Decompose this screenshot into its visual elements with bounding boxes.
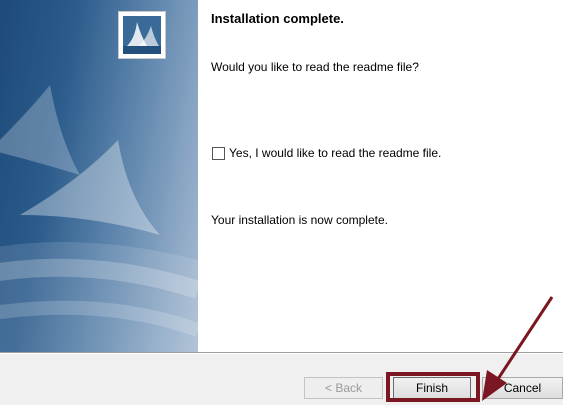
readme-question: Would you like to read the readme file?	[211, 60, 419, 74]
installer-logo-icon	[118, 11, 166, 59]
back-button[interactable]: < Back	[304, 377, 383, 399]
side-banner	[0, 0, 198, 352]
readme-checkbox-label[interactable]: Yes, I would like to read the readme fil…	[229, 146, 441, 160]
page-title: Installation complete.	[211, 11, 344, 26]
finish-highlight-box	[386, 372, 480, 402]
pointer-arrow-icon	[482, 296, 554, 401]
complete-message: Your installation is now complete.	[211, 213, 388, 227]
sail-graphic	[0, 85, 198, 352]
readme-checkbox-row[interactable]: Yes, I would like to read the readme fil…	[212, 146, 441, 160]
readme-checkbox[interactable]	[212, 146, 225, 160]
